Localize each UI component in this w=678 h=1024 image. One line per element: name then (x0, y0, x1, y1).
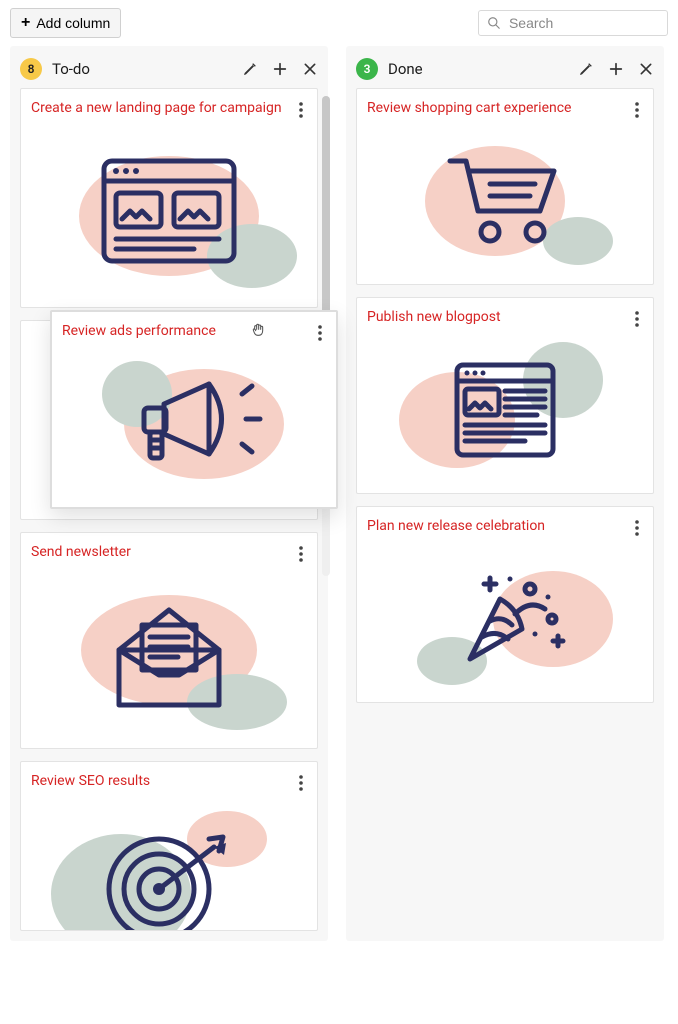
pencil-icon (578, 61, 594, 77)
kebab-icon (299, 775, 303, 791)
search-field[interactable] (478, 10, 668, 36)
kebab-icon (635, 520, 639, 536)
card-illustration (367, 126, 643, 276)
delete-column-button[interactable] (302, 61, 318, 77)
search-input[interactable] (509, 15, 659, 31)
column-actions (578, 61, 654, 77)
search-icon (487, 15, 501, 31)
column-header: 8 To-do (20, 56, 318, 88)
card-illustration (367, 335, 643, 485)
plus-icon (608, 61, 624, 77)
column-done: 3 Done Review shopping ca (346, 46, 664, 941)
card-title: Review ads performance (62, 322, 326, 341)
card[interactable]: Send newsletter (20, 532, 318, 749)
add-column-label: Add column (36, 15, 110, 31)
card-title: Plan new release celebration (367, 517, 643, 536)
card[interactable]: Review SEO results (20, 761, 318, 931)
kebab-icon (635, 311, 639, 327)
article-icon (445, 355, 565, 465)
plus-icon (272, 61, 288, 77)
webpage-icon (94, 151, 244, 271)
card[interactable]: Review shopping cart experience (356, 88, 654, 285)
edit-column-button[interactable] (578, 61, 594, 77)
kebab-icon (318, 325, 322, 341)
card-title: Review SEO results (31, 772, 307, 791)
card[interactable]: Create a new landing page for campaign (20, 88, 318, 308)
column-header: 3 Done (356, 56, 654, 88)
card[interactable]: Publish new blogpost (356, 297, 654, 494)
card-menu-button[interactable] (293, 99, 309, 121)
card[interactable]: Plan new release celebration (356, 506, 654, 703)
card-dragging[interactable]: Review ads performance (50, 310, 338, 509)
card-illustration (31, 799, 307, 931)
envelope-icon (104, 595, 234, 715)
card-illustration (62, 349, 326, 499)
confetti-icon (430, 559, 580, 679)
cart-icon (435, 146, 575, 256)
card-menu-button[interactable] (312, 322, 328, 344)
card-list: Review shopping cart experience (356, 88, 654, 703)
card-list: Create a new landing page for campaign (20, 88, 318, 931)
column-title: To-do (52, 60, 232, 78)
card-menu-button[interactable] (629, 517, 645, 539)
card-illustration (31, 570, 307, 740)
card-menu-button[interactable] (293, 543, 309, 565)
card-title: Review shopping cart experience (367, 99, 643, 118)
delete-column-button[interactable] (638, 61, 654, 77)
column-count-badge: 8 (20, 58, 42, 80)
toolbar: + Add column (0, 0, 678, 46)
grab-cursor-icon (250, 322, 266, 342)
add-card-button[interactable] (272, 61, 288, 77)
close-icon (638, 61, 654, 77)
add-card-button[interactable] (608, 61, 624, 77)
card-title: Publish new blogpost (367, 308, 643, 327)
kebab-icon (299, 102, 303, 118)
card-illustration (367, 544, 643, 694)
card-menu-button[interactable] (293, 772, 309, 794)
kebab-icon (635, 102, 639, 118)
add-column-button[interactable]: + Add column (10, 8, 121, 38)
kanban-board: 8 To-do Create a new land (0, 46, 678, 941)
card-title: Create a new landing page for campaign (31, 99, 307, 118)
card-title: Send newsletter (31, 543, 307, 562)
edit-column-button[interactable] (242, 61, 258, 77)
card-illustration (31, 126, 307, 296)
column-todo: 8 To-do Create a new land (10, 46, 328, 941)
plus-icon: + (21, 15, 30, 31)
card-menu-button[interactable] (629, 308, 645, 330)
column-title: Done (388, 60, 568, 78)
close-icon (302, 61, 318, 77)
column-count-badge: 3 (356, 58, 378, 80)
column-actions (242, 61, 318, 77)
kebab-icon (299, 546, 303, 562)
megaphone-icon (114, 364, 274, 484)
pencil-icon (242, 61, 258, 77)
card-menu-button[interactable] (629, 99, 645, 121)
target-icon (99, 819, 239, 931)
